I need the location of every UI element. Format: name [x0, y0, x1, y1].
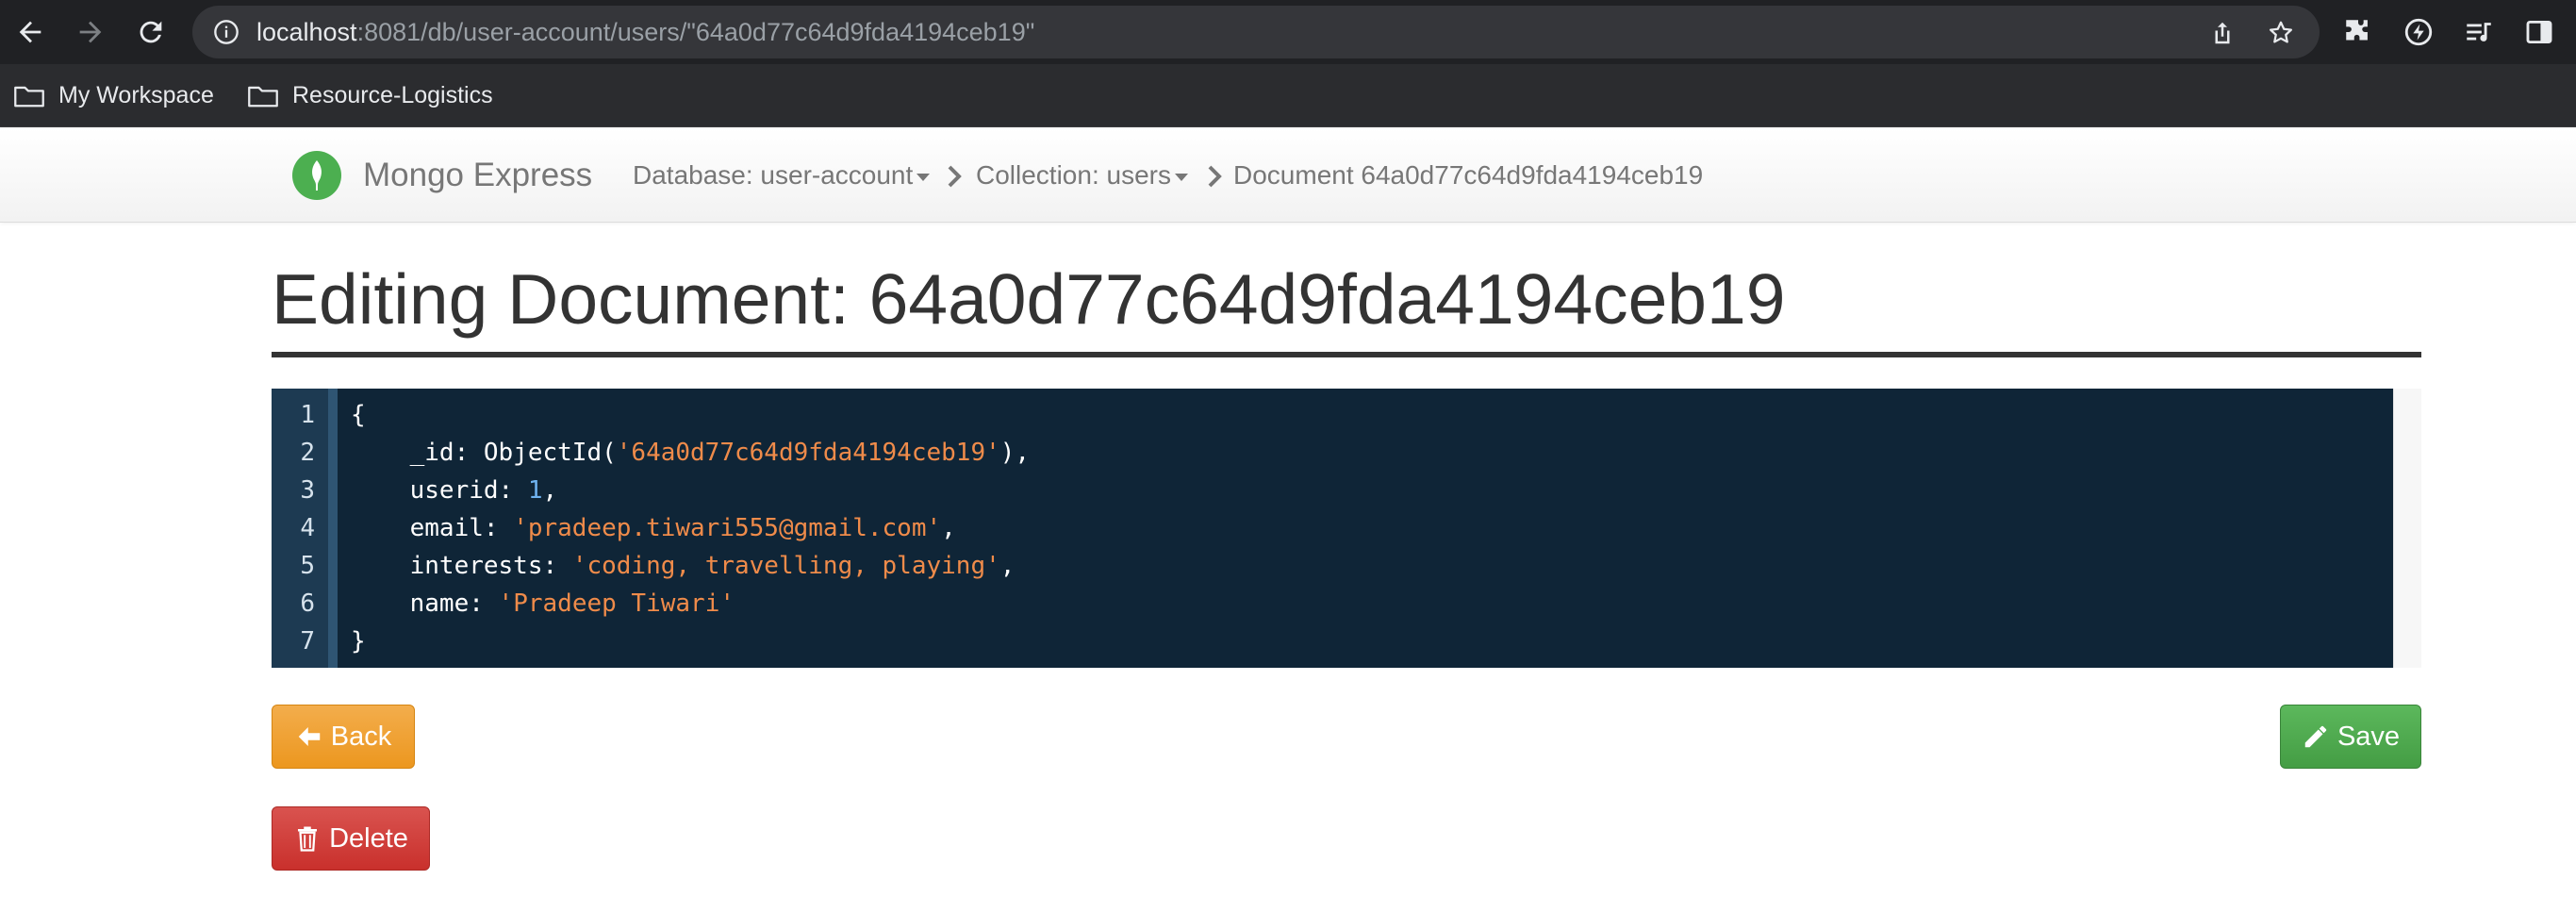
back-button-label: Back — [330, 721, 392, 752]
code-token: , — [941, 514, 956, 542]
line-number: 1 — [300, 401, 315, 429]
code-token: { — [351, 401, 366, 429]
bookmark-star-icon[interactable] — [2267, 19, 2295, 47]
code-token: , — [999, 552, 1016, 580]
line-number: 2 — [300, 439, 315, 467]
code-token: userid: — [351, 476, 528, 505]
editor-scrollbar[interactable] — [2393, 389, 2421, 668]
code-line[interactable]: userid: 1, — [351, 472, 558, 509]
code-line[interactable]: email: 'pradeep.tiwari555@gmail.com', — [351, 509, 956, 547]
bookmark-resource-logistics[interactable]: Resource-Logistics — [247, 64, 493, 127]
code-line[interactable]: interests: 'coding, travelling, playing'… — [351, 547, 1016, 585]
back-arrow-icon[interactable] — [11, 13, 49, 51]
code-token: name: — [351, 589, 499, 618]
code-line[interactable]: } — [351, 622, 366, 660]
url-text[interactable]: localhost:8081/db/user-account/users/"64… — [256, 6, 1034, 58]
code-line[interactable]: name: 'Pradeep Tiwari' — [351, 585, 735, 622]
arrow-left-icon — [298, 727, 320, 746]
caret-down-icon — [1174, 173, 1188, 181]
code-token: } — [351, 627, 366, 656]
save-button-label: Save — [2337, 721, 2401, 752]
string-token: 'pradeep.tiwari555@gmail.com' — [513, 514, 942, 542]
line-number: 5 — [300, 552, 315, 580]
line-number-gutter: 1 2 3 4 5 6 7 — [272, 389, 328, 668]
chevron-right-icon — [1208, 165, 1222, 188]
code-token: interests: — [351, 552, 572, 580]
line-number: 4 — [300, 514, 315, 542]
delete-button[interactable]: Delete — [272, 806, 430, 871]
collection-crumb-label: Collection: users — [976, 160, 1171, 190]
string-token: 'coding, travelling, playing' — [571, 552, 1000, 580]
reload-icon[interactable] — [132, 13, 170, 51]
code-token: _id: ObjectId( — [351, 439, 617, 467]
caret-down-icon — [916, 173, 931, 181]
database-crumb-label: Database: user-account — [633, 160, 914, 190]
collection-dropdown[interactable]: Collection: users — [976, 128, 1188, 223]
code-line[interactable]: _id: ObjectId('64a0d77c64d9fda4194ceb19'… — [351, 434, 1030, 472]
bookmark-label: My Workspace — [58, 82, 214, 108]
delete-button-label: Delete — [329, 822, 408, 854]
forward-arrow-icon[interactable] — [72, 13, 109, 51]
code-token: , — [542, 476, 558, 505]
line-number: 3 — [300, 476, 315, 505]
share-icon[interactable] — [2208, 19, 2237, 47]
line-number: 7 — [300, 627, 315, 656]
string-token: '64a0d77c64d9fda4194ceb19' — [616, 439, 1000, 467]
media-playlist-icon[interactable] — [2463, 16, 2495, 48]
code-token: ), — [999, 439, 1031, 467]
chevron-right-icon — [948, 165, 962, 188]
brand-title[interactable]: Mongo Express — [363, 128, 592, 223]
url-host: localhost — [256, 18, 357, 46]
bookmark-my-workspace[interactable]: My Workspace — [13, 64, 214, 127]
trash-icon — [298, 826, 318, 852]
gutter-divider — [328, 389, 338, 668]
string-token: 'Pradeep Tiwari' — [498, 589, 735, 618]
save-button[interactable]: Save — [2280, 705, 2421, 769]
document-code-editor[interactable]: 1 2 3 4 5 6 7 { _id: ObjectId('64a0d77c64d9fda… — [272, 389, 2421, 668]
site-info-icon[interactable] — [213, 19, 239, 45]
browser-toolbar: localhost:8081/db/user-account/users/"64… — [0, 0, 2576, 64]
title-divider — [272, 352, 2421, 357]
code-line[interactable]: { — [351, 396, 366, 434]
performance-icon[interactable] — [2403, 16, 2435, 48]
side-panel-icon[interactable] — [2523, 16, 2555, 48]
app-navbar: Mongo Express Database: user-account Col… — [0, 128, 2576, 223]
mongo-leaf-logo-icon[interactable] — [292, 151, 341, 200]
address-bar[interactable]: localhost:8081/db/user-account/users/"64… — [192, 6, 2320, 58]
bookmarks-bar: My Workspace Resource-Logistics — [0, 64, 2576, 127]
back-button[interactable]: Back — [272, 705, 415, 769]
url-path: :8081/db/user-account/users/"64a0d77c64d… — [356, 18, 1035, 46]
code-token: email: — [351, 514, 514, 542]
folder-icon — [248, 86, 278, 107]
database-dropdown[interactable]: Database: user-account — [633, 128, 931, 223]
bookmark-label: Resource-Logistics — [292, 82, 493, 108]
page-title: Editing Document: 64a0d77c64d9fda4194ceb… — [272, 259, 1786, 339]
document-crumb: Document 64a0d77c64d9fda4194ceb19 — [1233, 160, 1704, 190]
extensions-puzzle-icon[interactable] — [2342, 16, 2374, 48]
pencil-icon — [2304, 725, 2327, 748]
line-number: 6 — [300, 589, 315, 618]
number-token: 1 — [527, 476, 543, 505]
folder-icon — [14, 86, 44, 107]
